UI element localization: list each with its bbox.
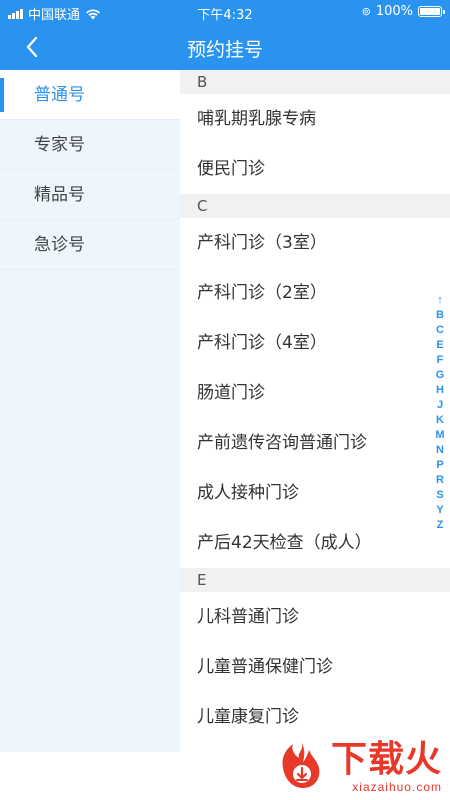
index-letter[interactable]: F (437, 353, 444, 368)
alphabet-index: ↑ B C E F G H J K M N P R S Y Z (434, 293, 446, 533)
index-letter[interactable]: E (436, 338, 443, 353)
flame-logo-icon (282, 742, 320, 788)
index-letter[interactable]: Z (437, 518, 444, 533)
list-item[interactable]: 成人接种门诊 (180, 468, 450, 518)
index-letter[interactable]: R (436, 473, 444, 488)
index-letter[interactable]: C (436, 323, 444, 338)
sidebar-item-emergency[interactable]: 急诊号 (0, 220, 180, 270)
sidebar-item-expert[interactable]: 专家号 (0, 120, 180, 170)
list-item[interactable]: 产后42天检查（成人） (180, 518, 450, 568)
list-item[interactable]: 哺乳期乳腺专病 (180, 94, 450, 144)
watermark-url: xiazaihuo.com (352, 780, 442, 794)
list-item[interactable]: 儿童普通保健门诊 (180, 642, 450, 692)
watermark-text: 下载火 xiazaihuo.com (330, 739, 442, 795)
index-letter[interactable]: P (436, 458, 443, 473)
list-item[interactable]: 产科门诊（3室） (180, 218, 450, 268)
sidebar-item-regular[interactable]: 普通号 (0, 70, 180, 120)
list-item[interactable]: 儿童康复门诊 (180, 692, 450, 742)
index-letter[interactable]: Y (436, 503, 443, 518)
index-letter[interactable]: N (436, 443, 444, 458)
department-list: B 哺乳期乳腺专病 便民门诊 C 产科门诊（3室） 产科门诊（2室） 产科门诊（… (180, 70, 450, 752)
sidebar: 普通号 专家号 精品号 急诊号 (0, 70, 180, 752)
section-header-e: E (180, 568, 450, 592)
section-header-c: C (180, 194, 450, 218)
list-item[interactable]: 产科门诊（4室） (180, 318, 450, 368)
nav-bar: 预约挂号 (0, 24, 450, 70)
list-item[interactable]: 产前遗传咨询普通门诊 (180, 418, 450, 468)
page-title: 预约挂号 (186, 39, 263, 61)
status-right: ⊚ 100% (361, 4, 445, 19)
list-item[interactable]: 便民门诊 (180, 144, 450, 194)
index-letter[interactable]: K (436, 413, 444, 428)
watermark-title: 下载火 (330, 739, 442, 780)
index-letter[interactable]: G (436, 368, 445, 383)
sidebar-item-premium[interactable]: 精品号 (0, 170, 180, 220)
list-item[interactable]: 产科门诊（2室） (180, 268, 450, 318)
battery-icon (418, 6, 445, 17)
index-letter[interactable]: S (436, 488, 443, 503)
index-letter[interactable]: J (437, 398, 443, 413)
rotation-lock-icon: ⊚ (361, 5, 371, 18)
list-item[interactable]: 肠道门诊 (180, 368, 450, 418)
index-top-arrow[interactable]: ↑ (437, 293, 443, 308)
watermark: 下载火 xiazaihuo.com (275, 740, 442, 794)
list-item[interactable]: 儿科普通门诊 (180, 592, 450, 642)
index-letter[interactable]: M (435, 428, 444, 443)
index-letter[interactable]: H (436, 383, 444, 398)
battery-percent: 100% (375, 4, 413, 19)
status-bar: 中国联通 下午4:32 ⊚ 100% (0, 0, 450, 24)
section-header-b: B (180, 70, 450, 94)
index-letter[interactable]: B (436, 308, 444, 323)
